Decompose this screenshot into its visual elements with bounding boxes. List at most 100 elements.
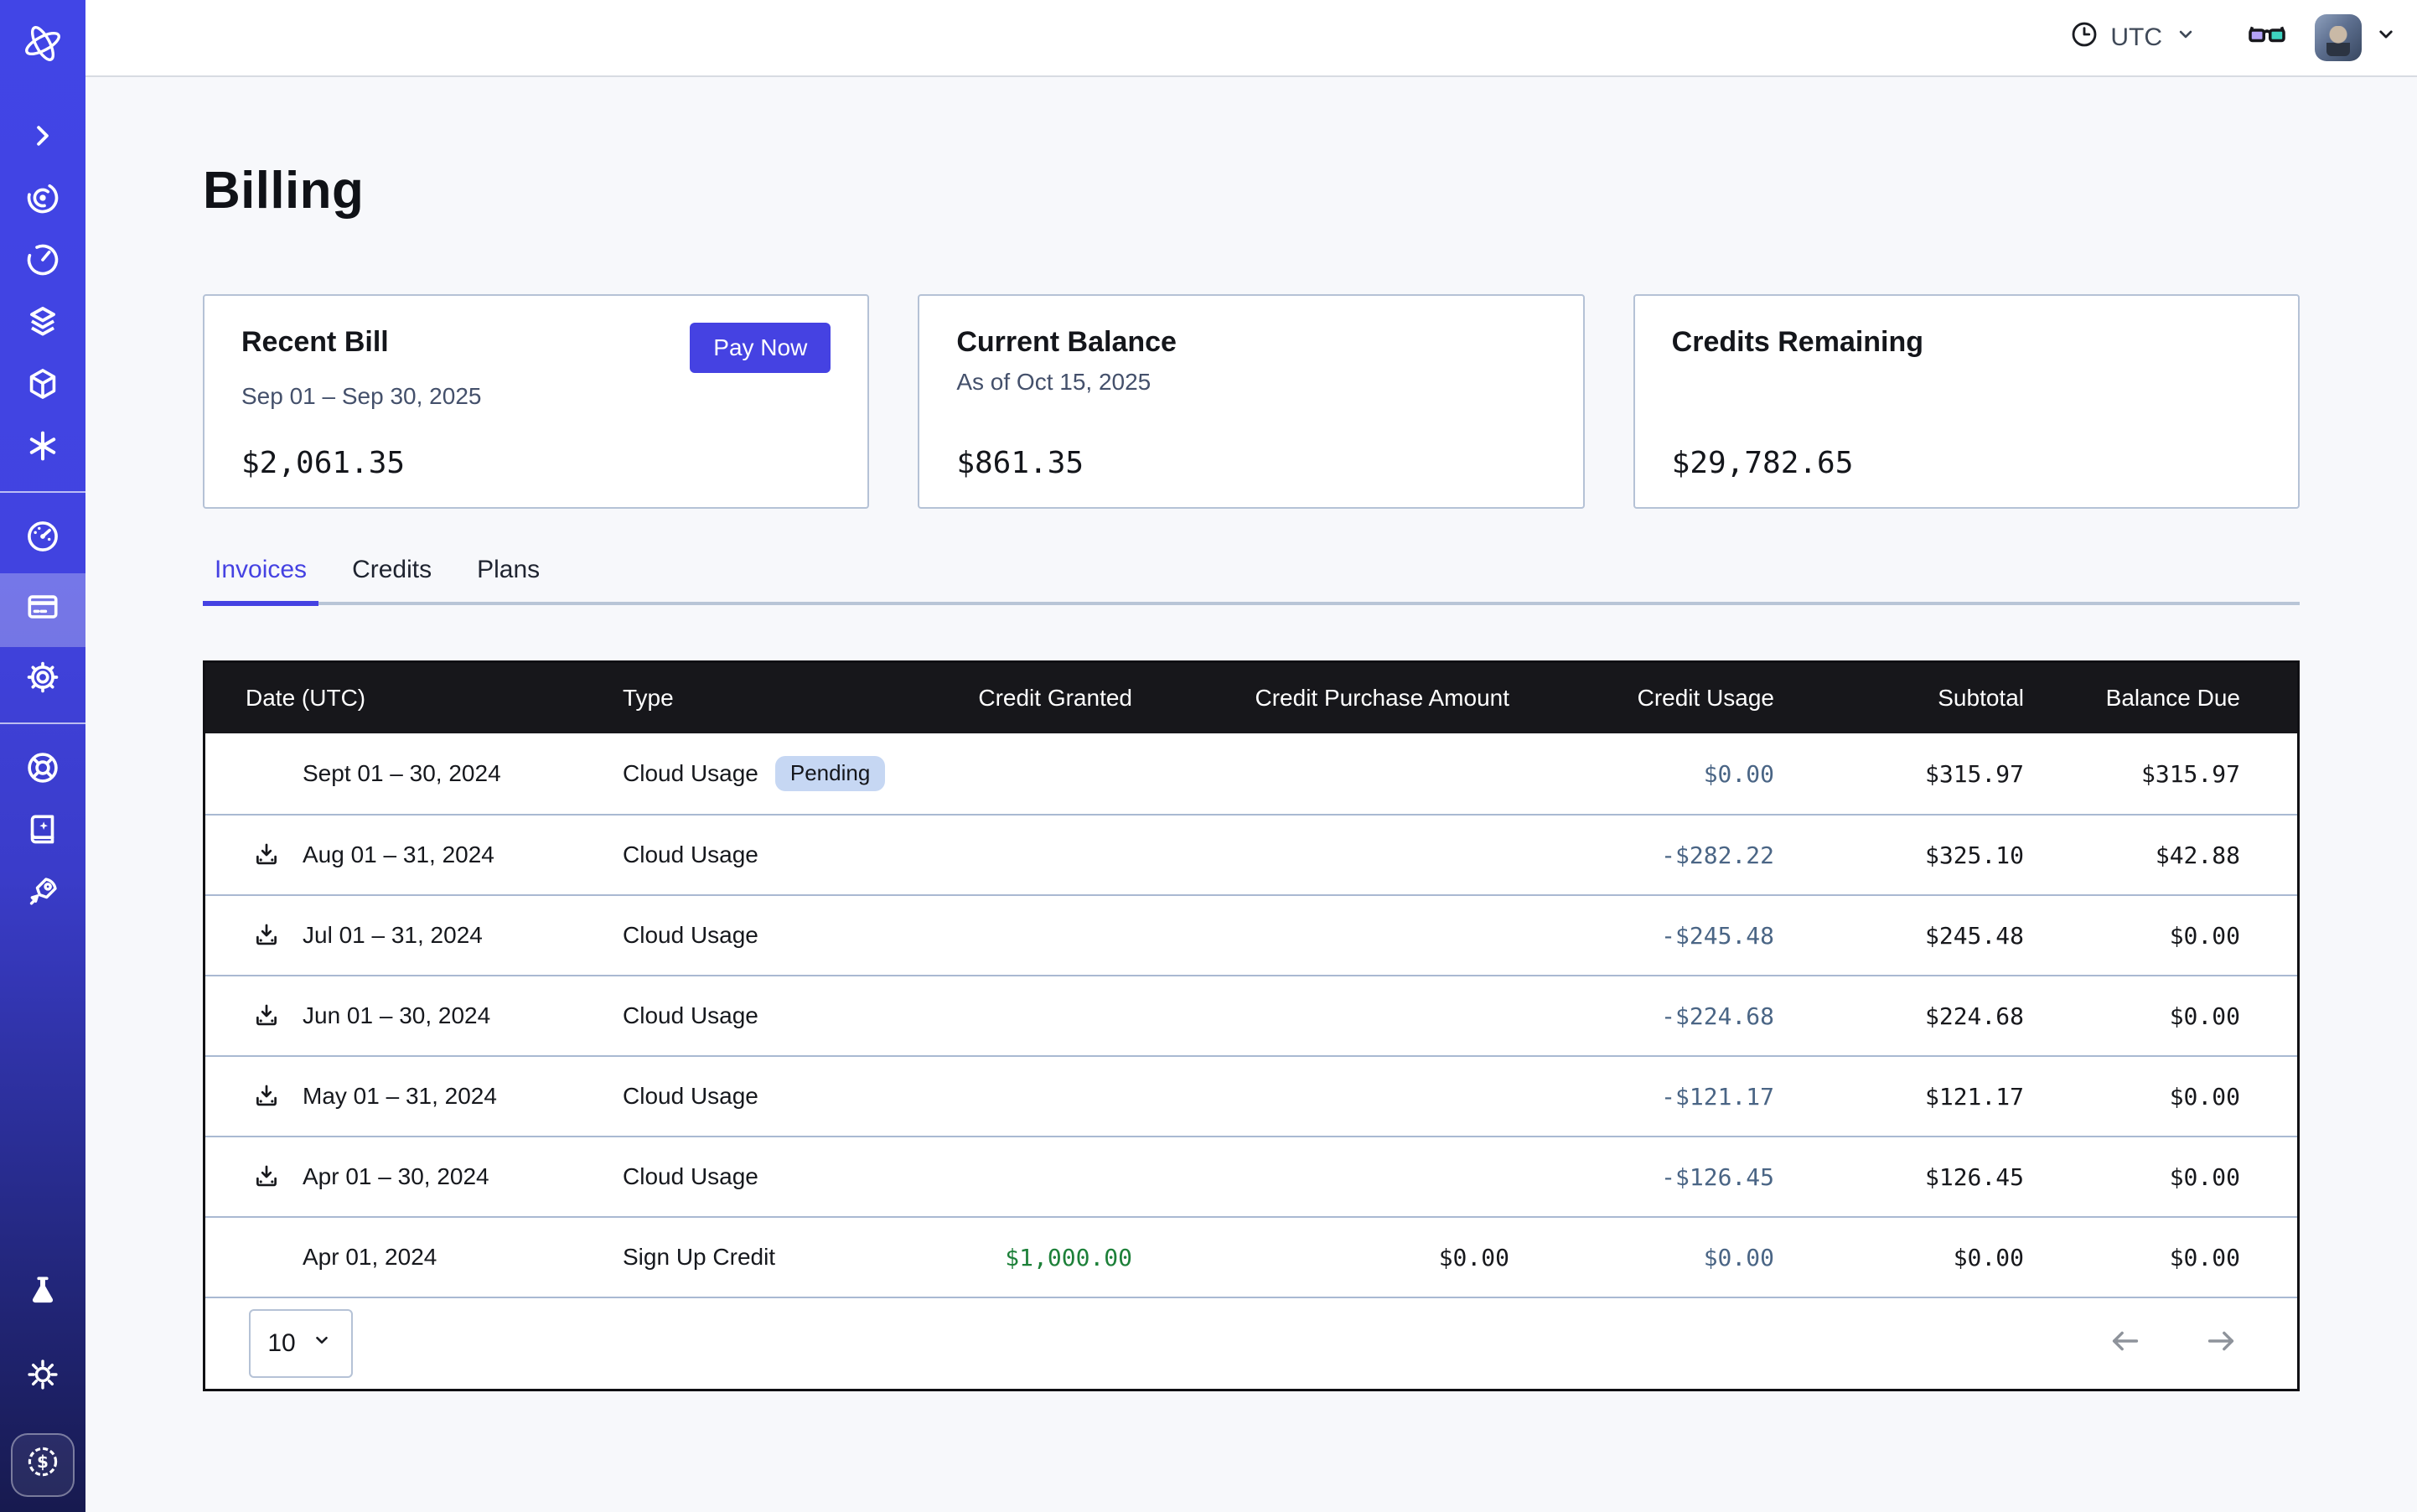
invoice-type: Cloud Usage	[623, 760, 758, 787]
invoice-type-cell: Cloud Usage	[623, 922, 943, 949]
invoice-type-cell: Sign Up Credit	[623, 1244, 943, 1271]
credits-promo-button[interactable]: $	[11, 1433, 75, 1497]
balance-due-cell: $0.00	[2027, 922, 2319, 950]
sidebar-item-billing[interactable]	[0, 573, 85, 647]
invoice-date: May 01 – 31, 2024	[303, 1083, 497, 1109]
pay-now-button[interactable]: Pay Now	[690, 323, 831, 373]
sidebar-item-docs[interactable]	[0, 805, 85, 862]
recent-bill-period: Sep 01 – Sep 30, 2025	[241, 383, 831, 410]
page-size-select[interactable]: 10	[249, 1309, 353, 1378]
sidebar-item-layers[interactable]	[0, 297, 85, 354]
invoice-rows: Sept 01 – 30, 2024Cloud UsagePending$0.0…	[205, 733, 2297, 1297]
download-invoice-icon[interactable]	[252, 1002, 281, 1030]
rocket-icon	[23, 873, 62, 918]
invoice-type: Cloud Usage	[623, 922, 758, 949]
invoice-type-cell: Cloud Usage	[623, 1083, 943, 1110]
credits-remaining-card: Credits Remaining $29,782.65	[1633, 294, 2300, 509]
credits-remaining-amount: $29,782.65	[1672, 446, 2261, 480]
credit-purchase-amount-cell: $0.00	[1136, 1244, 1513, 1271]
download-invoice-icon[interactable]	[252, 841, 281, 869]
sidebar-item-getting-started[interactable]	[0, 867, 85, 924]
table-row: May 01 – 31, 2024Cloud Usage-$121.17$121…	[205, 1055, 2297, 1136]
tab-invoices[interactable]: Invoices	[203, 542, 318, 606]
balance-due-cell: $0.00	[2027, 1002, 2319, 1030]
sidebar-item-usage[interactable]	[0, 511, 85, 568]
sidebar-item-labs[interactable]	[0, 1266, 85, 1323]
svg-text:$: $	[37, 1452, 49, 1472]
table-header-row: Date (UTC) Type Credit Granted Credit Pu…	[205, 663, 2297, 733]
recent-bill-card: Recent Bill Pay Now Sep 01 – Sep 30, 202…	[203, 294, 869, 509]
account-menu[interactable]	[2315, 14, 2400, 61]
balance-due-cell: $0.00	[2027, 1163, 2319, 1191]
credits-remaining-title: Credits Remaining	[1672, 326, 1923, 359]
current-balance-amount: $861.35	[956, 446, 1545, 480]
sidebar-item-insights[interactable]	[0, 173, 85, 230]
credit-usage-cell: -$224.68	[1513, 1002, 1778, 1030]
sidebar-item-settings[interactable]	[0, 652, 85, 709]
column-header-credit-granted: Credit Granted	[943, 685, 1136, 712]
invoice-type: Cloud Usage	[623, 1163, 758, 1190]
download-invoice-icon[interactable]	[252, 921, 281, 950]
timezone-selector[interactable]: UTC	[2068, 18, 2199, 57]
next-page-button[interactable]	[2202, 1322, 2240, 1366]
credit-granted-cell: $1,000.00	[943, 1244, 1136, 1271]
page-size-value: 10	[267, 1329, 295, 1358]
subtotal-cell: $224.68	[1778, 1002, 2027, 1030]
invoice-type: Cloud Usage	[623, 841, 758, 868]
credit-usage-cell: -$282.22	[1513, 841, 1778, 869]
chevron-down-icon	[2372, 20, 2400, 55]
page-title: Billing	[203, 161, 2300, 220]
sun-icon	[23, 1355, 62, 1401]
download-invoice-icon[interactable]	[252, 1082, 281, 1111]
subtotal-cell: $315.97	[1778, 760, 2027, 788]
column-header-type: Type	[623, 685, 943, 712]
invoice-date: Sept 01 – 30, 2024	[303, 760, 501, 786]
column-header-date: Date (UTC)	[205, 685, 623, 712]
sidebar-divider	[0, 722, 85, 724]
invoice-date: Aug 01 – 31, 2024	[303, 841, 494, 867]
table-row: Apr 01, 2024Sign Up Credit$1,000.00$0.00…	[205, 1216, 2297, 1297]
sidebar: $	[0, 0, 85, 1512]
chevron-down-icon	[2172, 21, 2199, 54]
flask-icon	[24, 1272, 61, 1316]
balance-due-cell: $0.00	[2027, 1083, 2319, 1111]
sidebar-item-ai[interactable]	[0, 421, 85, 478]
download-invoice-icon[interactable]	[252, 1162, 281, 1191]
table-pagination: 10	[205, 1297, 2297, 1389]
app-logo[interactable]	[0, 10, 85, 84]
arrow-left-icon	[2106, 1322, 2145, 1366]
invoice-date: Jun 01 – 30, 2024	[303, 1002, 490, 1028]
subtotal-cell: $245.48	[1778, 922, 2027, 950]
sidebar-item-support[interactable]	[0, 743, 85, 800]
subtotal-cell: $121.17	[1778, 1083, 2027, 1111]
credit-usage-cell: $0.00	[1513, 760, 1778, 788]
reader-mode-button[interactable]	[2246, 13, 2288, 62]
previous-page-button[interactable]	[2106, 1322, 2145, 1366]
column-header-credit-purchase-amount: Credit Purchase Amount	[1136, 685, 1513, 712]
table-row: Sept 01 – 30, 2024Cloud UsagePending$0.0…	[205, 733, 2297, 814]
recent-bill-amount: $2,061.35	[241, 446, 831, 480]
tab-credits[interactable]: Credits	[340, 542, 443, 606]
sidebar-item-services[interactable]	[0, 359, 85, 416]
billing-tabs: Invoices Credits Plans	[203, 542, 2300, 605]
invoice-date-cell: Sept 01 – 30, 2024	[205, 760, 623, 787]
invoice-type: Cloud Usage	[623, 1083, 758, 1110]
cube-icon	[23, 365, 62, 410]
radar-icon	[23, 179, 62, 224]
sidebar-item-theme[interactable]	[0, 1349, 85, 1406]
invoice-type-cell: Cloud Usage	[623, 1163, 943, 1190]
credit-usage-cell: $0.00	[1513, 1244, 1778, 1271]
invoice-type-cell: Cloud Usage	[623, 841, 943, 868]
arrow-right-icon	[2202, 1322, 2240, 1366]
current-balance-as-of: As of Oct 15, 2025	[956, 369, 1545, 396]
table-row: Jun 01 – 30, 2024Cloud Usage-$224.68$224…	[205, 975, 2297, 1055]
column-header-credit-usage: Credit Usage	[1513, 685, 1778, 712]
gear-icon	[23, 658, 62, 703]
sidebar-item-expand[interactable]	[0, 111, 85, 168]
book-icon	[23, 810, 62, 856]
tab-plans[interactable]: Plans	[465, 542, 551, 606]
sidebar-item-history[interactable]	[0, 235, 85, 292]
topbar: UTC	[85, 0, 2417, 77]
invoice-date-cell: Jun 01 – 30, 2024	[205, 1002, 623, 1029]
timezone-label: UTC	[2110, 23, 2162, 52]
